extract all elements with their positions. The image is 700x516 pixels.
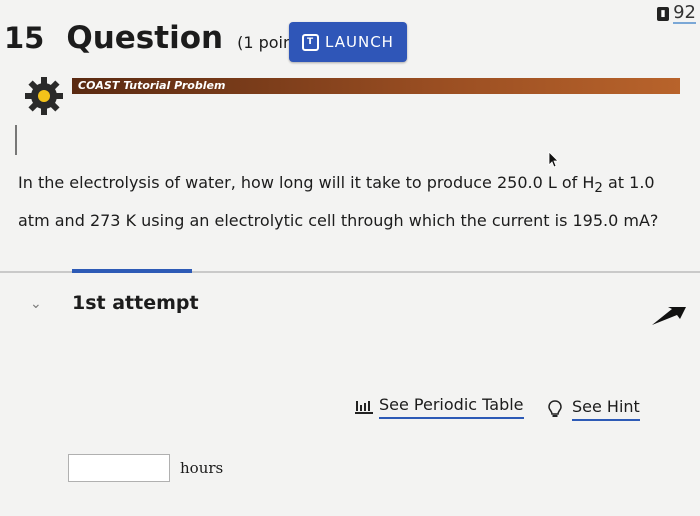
pointer-arrow-icon[interactable] bbox=[650, 305, 688, 327]
answer-unit: hours bbox=[180, 459, 224, 477]
active-tab-indicator bbox=[72, 269, 192, 273]
lightbulb-icon bbox=[548, 400, 562, 417]
question-header: 15 Question (1 point) bbox=[4, 20, 306, 56]
question-number: 15 bbox=[4, 21, 45, 55]
chevron-down-icon[interactable]: ⌄ bbox=[30, 296, 42, 312]
hint-link[interactable]: See Hint bbox=[548, 397, 640, 421]
question-title: Question bbox=[66, 20, 224, 56]
coast-banner: COAST Tutorial Problem bbox=[72, 78, 680, 94]
corner-counter: ▮ 92 bbox=[657, 4, 696, 24]
periodic-table-link[interactable]: See Periodic Table bbox=[355, 395, 524, 419]
question-text-part1: In the electrolysis of water, how long w… bbox=[18, 173, 595, 192]
hint-label: See Hint bbox=[572, 397, 640, 421]
launch-label: LAUNCH bbox=[325, 33, 394, 51]
text-cursor-line bbox=[15, 125, 17, 155]
launch-button[interactable]: T LAUNCH bbox=[289, 22, 407, 62]
answer-input[interactable] bbox=[68, 454, 170, 482]
attempt-label: 1st attempt bbox=[72, 292, 199, 314]
gear-icon bbox=[25, 77, 63, 115]
question-text-subscript: 2 bbox=[594, 181, 603, 197]
bookmark-icon: ▮ bbox=[657, 7, 670, 21]
periodic-table-label: See Periodic Table bbox=[379, 395, 524, 419]
corner-number: 92 bbox=[673, 2, 696, 24]
periodic-table-icon bbox=[355, 401, 373, 414]
launch-icon: T bbox=[302, 33, 320, 51]
question-text: In the electrolysis of water, how long w… bbox=[18, 167, 688, 237]
